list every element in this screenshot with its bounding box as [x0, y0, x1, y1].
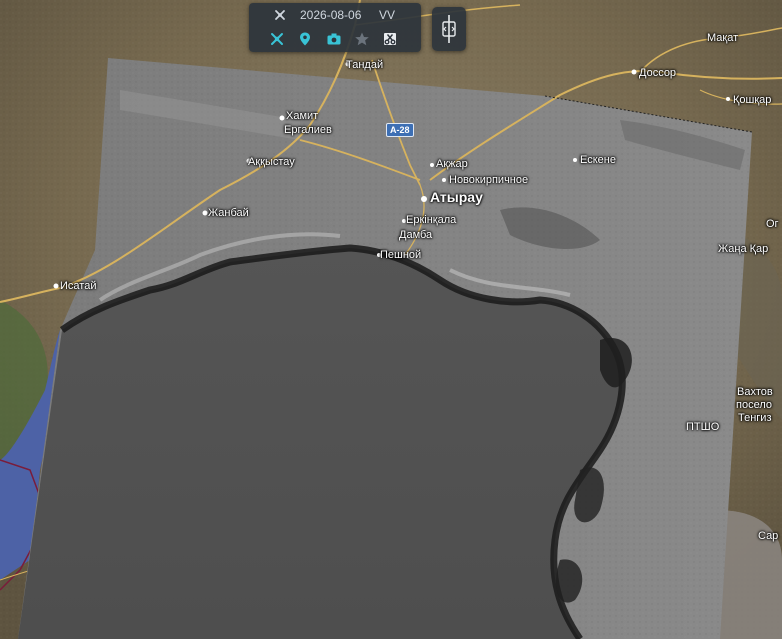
place-label-zhanbay: Жанбай — [208, 207, 249, 219]
camera-icon — [327, 33, 341, 45]
place-label-erkinkala: Еркінқала — [406, 214, 457, 226]
place-dot — [573, 158, 577, 162]
place-label-akzhar: Ақжар — [436, 158, 468, 170]
place-label-khamit: Хамит — [286, 110, 319, 122]
place-label-eskene: Ескене — [580, 154, 616, 166]
scissors-icon — [384, 33, 396, 45]
place-dot — [430, 163, 434, 167]
place-label-tanday: Тандай — [346, 59, 384, 71]
map-canvas — [0, 0, 782, 639]
sar-image-overlay — [18, 24, 753, 639]
toolbar-info-row: 2026-08-06 VV — [249, 5, 421, 25]
image-toolbar: 2026-08-06 VV — [249, 3, 421, 52]
place-label-og: Ог — [766, 218, 779, 230]
place-label-vakhtov: Вахтов — [737, 386, 773, 398]
satellite-icon — [275, 10, 285, 20]
place-dot — [631, 69, 637, 75]
place-dot — [53, 283, 59, 289]
place-dot — [421, 196, 427, 202]
place-label-poselok: посело — [736, 399, 772, 411]
place-label-makat: Мақат — [707, 32, 739, 44]
compare-slider-button[interactable] — [432, 7, 466, 51]
place-label-akkystau: Аққыстау — [248, 156, 295, 168]
toolbar-actions-row — [249, 27, 421, 51]
place-label-zhana-kar: Жаңа Қар — [718, 243, 769, 255]
favorite-button[interactable] — [351, 28, 373, 50]
map-view[interactable]: Тандай Хамит Ергалиев Аққыстау Жанбай Ис… — [0, 0, 782, 639]
place-dot — [279, 115, 285, 121]
location-button[interactable] — [294, 28, 316, 50]
place-label-novokirpichnoe: Новокирпичное — [449, 174, 529, 186]
place-label-atyrau: Атырау — [430, 189, 483, 205]
place-label-peshnoy: Пешной — [380, 249, 422, 261]
place-dot — [442, 178, 446, 182]
compare-slider-icon — [442, 15, 456, 43]
star-icon — [355, 32, 369, 46]
place-dot — [726, 97, 730, 101]
place-label-ergaliev: Ергалиев — [284, 124, 332, 136]
location-pin-icon — [300, 32, 310, 46]
road-badge-a28: A-28 — [386, 123, 414, 137]
camera-button[interactable] — [323, 28, 345, 50]
polarization-label: VV — [379, 8, 396, 22]
place-label-koshkar: Қошқар — [733, 94, 772, 106]
satellite-icon — [271, 33, 283, 45]
place-dot — [202, 210, 208, 216]
place-label-sar: Сар — [758, 530, 779, 542]
place-label-ptsho: ПТШО — [686, 421, 720, 433]
place-label-dossor: Доссор — [639, 67, 677, 79]
satellite-button[interactable] — [266, 28, 288, 50]
crop-button[interactable] — [379, 28, 401, 50]
place-label-tengiz: Тенгиз — [738, 412, 772, 424]
acquisition-date: 2026-08-06 — [300, 8, 362, 22]
place-label-isatay: Исатай — [60, 280, 97, 292]
place-label-damba: Дамба — [399, 229, 433, 241]
